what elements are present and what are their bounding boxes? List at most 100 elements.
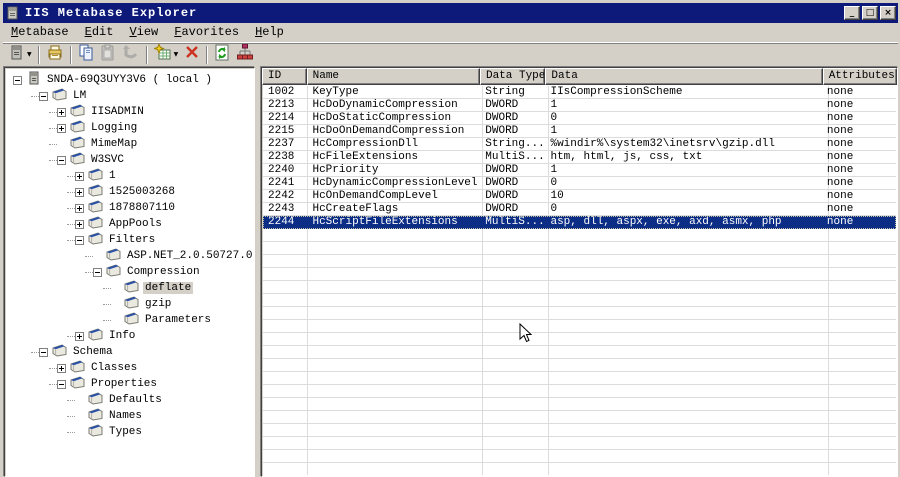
column-header-name[interactable]: Name: [306, 68, 480, 85]
delete-button[interactable]: [182, 44, 202, 65]
list-body: 1002 KeyType String IIsCompressionScheme non…: [263, 86, 896, 475]
tree-node-schema[interactable]: Schema: [5, 343, 254, 360]
tree-node-label[interactable]: Properties: [89, 378, 159, 390]
property-row-2240[interactable]: 2240 HcPriority DWORD 1 none: [263, 164, 896, 177]
expand-plus-icon[interactable]: [75, 331, 84, 341]
tree-node-label[interactable]: Parameters: [143, 314, 213, 326]
tree-node-defaults[interactable]: Defaults: [5, 391, 254, 408]
tree-node-label[interactable]: ASP.NET_2.0.50727.0: [125, 250, 254, 262]
tree-node-gzip[interactable]: gzip: [5, 295, 254, 312]
tree-node-label[interactable]: Schema: [71, 346, 115, 358]
tree-node-label[interactable]: Classes: [89, 362, 139, 374]
connect-server-button[interactable]: ▼: [6, 44, 34, 65]
expand-plus-icon[interactable]: [75, 219, 84, 229]
expand-plus-icon[interactable]: [75, 203, 84, 213]
minimize-button[interactable]: _: [844, 6, 860, 20]
cell-data-type: String: [485, 86, 525, 98]
tree-node-asp-net-2-0-50727-0[interactable]: ASP.NET_2.0.50727.0: [5, 247, 254, 264]
property-row-2241[interactable]: 2241 HcDynamicCompressionLevel DWORD 0 none: [263, 177, 896, 190]
tree-node-label[interactable]: Types: [107, 426, 144, 438]
property-row-2215[interactable]: 2215 HcDoOnDemandCompression DWORD 1 none: [263, 125, 896, 138]
menu-metabase[interactable]: Metabase: [4, 23, 78, 41]
collapse-minus-icon[interactable]: [75, 235, 84, 245]
cell-data: 1: [550, 99, 558, 111]
tree-node-label[interactable]: Filters: [107, 234, 157, 246]
tree-node-label[interactable]: W3SVC: [89, 154, 126, 166]
column-header-attributes[interactable]: Attributes: [822, 68, 897, 85]
property-row-2213[interactable]: 2213 HcDoDynamicCompression DWORD 1 none: [263, 99, 896, 112]
tree-node-info[interactable]: Info: [5, 327, 254, 344]
tree-node-label[interactable]: 1525003268: [107, 186, 177, 198]
column-header-data-type[interactable]: Data Type: [479, 68, 546, 85]
tree-node-label[interactable]: IISADMIN: [89, 106, 146, 118]
cell-id: 2214: [268, 112, 295, 124]
refresh-button[interactable]: [212, 44, 232, 65]
tree-node-parameters[interactable]: Parameters: [5, 311, 254, 328]
tree-node-logging[interactable]: Logging: [5, 119, 254, 136]
tree-node-label[interactable]: 1: [107, 170, 118, 182]
tree-node-w3svc[interactable]: W3SVC: [5, 151, 254, 168]
tree-node-types[interactable]: Types: [5, 423, 254, 440]
tree-node-filters[interactable]: Filters: [5, 231, 254, 248]
property-row-2242[interactable]: 2242 HcOnDemandCompLevel DWORD 10 none: [263, 190, 896, 203]
property-row-2214[interactable]: 2214 HcDoStaticCompression DWORD 0 none: [263, 112, 896, 125]
copy-button[interactable]: [76, 44, 96, 65]
property-row-2237[interactable]: 2237 HcCompressionDll String... %windir%\sy…: [263, 138, 896, 151]
view-tree-button[interactable]: [234, 43, 256, 65]
tree-node-compression[interactable]: Compression: [5, 263, 254, 280]
tree-node-label[interactable]: gzip: [143, 298, 173, 310]
tree-node-label[interactable]: Logging: [89, 122, 139, 134]
menu-favorites[interactable]: Favorites: [167, 23, 248, 41]
tree-node-label[interactable]: Defaults: [107, 394, 164, 406]
expand-plus-icon[interactable]: [57, 107, 66, 117]
tree-node-label[interactable]: AppPools: [107, 218, 164, 230]
column-header-data[interactable]: Data: [545, 68, 823, 85]
menu-help[interactable]: Help: [248, 23, 293, 41]
menu-view[interactable]: View: [122, 23, 167, 41]
tree-node-classes[interactable]: Classes: [5, 359, 254, 376]
tree-node-names[interactable]: Names: [5, 407, 254, 424]
maximize-button[interactable]: □: [862, 6, 878, 20]
collapse-minus-icon[interactable]: [93, 267, 102, 277]
cell-name: HcPriority: [312, 164, 379, 176]
close-button[interactable]: ×: [880, 6, 896, 20]
metabase-key-icon: [88, 167, 103, 185]
dropdown-arrow-icon[interactable]: ▼: [174, 51, 179, 58]
tree-node-1878807110[interactable]: 1878807110: [5, 199, 254, 216]
tree-node-label[interactable]: Info: [107, 330, 137, 342]
tree-node-label[interactable]: 1878807110: [107, 202, 177, 214]
tree-node-label[interactable]: deflate: [143, 282, 194, 294]
collapse-minus-icon[interactable]: [57, 155, 66, 165]
dropdown-arrow-icon[interactable]: ▼: [27, 51, 32, 58]
tree-node-lm[interactable]: LM: [5, 87, 254, 104]
tree-node-properties[interactable]: Properties: [5, 375, 254, 392]
expand-plus-icon[interactable]: [57, 123, 66, 133]
tree-node-label[interactable]: Compression: [125, 266, 202, 278]
expand-plus-icon[interactable]: [57, 363, 66, 373]
print-button[interactable]: [44, 44, 66, 65]
property-row-1002[interactable]: 1002 KeyType String IIsCompressionScheme non…: [263, 86, 896, 99]
tree-node-apppools[interactable]: AppPools: [5, 215, 254, 232]
menu-edit[interactable]: Edit: [78, 23, 123, 41]
new-item-button[interactable]: ▼: [152, 42, 181, 65]
tree-node-1525003268[interactable]: 1525003268: [5, 183, 254, 200]
property-row-2238[interactable]: 2238 HcFileExtensions MultiS... htm, html, …: [263, 151, 896, 164]
tree-node-deflate[interactable]: deflate: [5, 279, 254, 296]
column-header-id[interactable]: ID: [262, 68, 307, 85]
expand-plus-icon[interactable]: [75, 171, 84, 181]
tree-node-label[interactable]: Names: [107, 410, 144, 422]
collapse-minus-icon[interactable]: [57, 379, 66, 389]
tree-node-label[interactable]: SNDA-69Q3UYY3V6 ( local ): [45, 74, 214, 86]
tree-node-label[interactable]: MimeMap: [89, 138, 139, 150]
tree-node-snda-69q3uyy3v6-local-[interactable]: SNDA-69Q3UYY3V6 ( local ): [5, 71, 254, 88]
collapse-minus-icon[interactable]: [13, 75, 22, 85]
tree-node-mimemap[interactable]: MimeMap: [5, 135, 254, 152]
tree-node-label[interactable]: LM: [71, 90, 88, 102]
expand-plus-icon[interactable]: [75, 187, 84, 197]
property-row-2244[interactable]: 2244 HcScriptFileExtensions MultiS... asp, …: [263, 216, 896, 229]
collapse-minus-icon[interactable]: [39, 91, 48, 101]
collapse-minus-icon[interactable]: [39, 347, 48, 357]
tree-node-iisadmin[interactable]: IISADMIN: [5, 103, 254, 120]
property-row-2243[interactable]: 2243 HcCreateFlags DWORD 0 none: [263, 203, 896, 216]
tree-node-1[interactable]: 1: [5, 167, 254, 185]
